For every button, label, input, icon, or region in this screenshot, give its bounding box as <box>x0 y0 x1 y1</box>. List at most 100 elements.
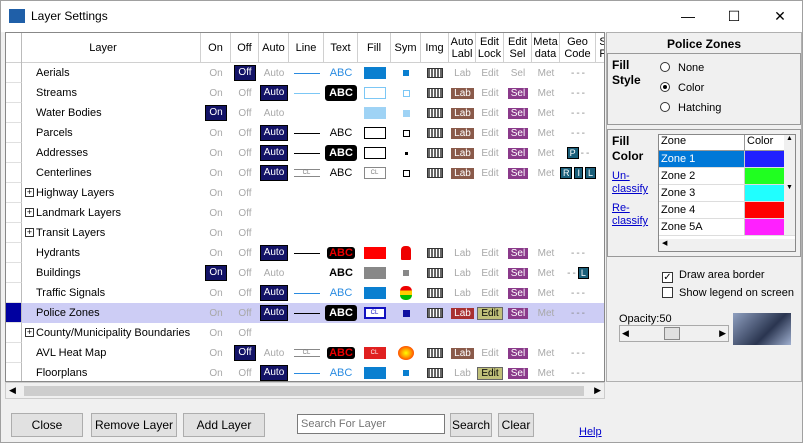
geocode-flag[interactable]: - <box>582 308 585 319</box>
auto-label-toggle[interactable]: Lab <box>454 248 471 259</box>
fill-swatch[interactable] <box>363 287 386 299</box>
geocode-flag[interactable]: I <box>574 166 583 179</box>
edit-lock-toggle[interactable]: Edit <box>481 288 498 299</box>
scroll-left-icon[interactable]: ◀ <box>9 385 16 396</box>
zone-row[interactable]: Zone 4 <box>659 202 795 219</box>
close-button[interactable]: Close <box>11 413 83 437</box>
fill-swatch[interactable]: CL <box>363 167 386 179</box>
line-style-swatch[interactable] <box>293 372 320 374</box>
geocode-flag[interactable]: - <box>582 348 585 359</box>
layer-row[interactable]: Floorplans On Off Auto ABC Lab Edit Sel Met - - - <box>6 363 604 381</box>
fill-swatch[interactable]: CL <box>363 307 386 319</box>
on-toggle[interactable]: On <box>209 168 222 179</box>
scroll-right-icon[interactable]: ▶ <box>594 385 601 396</box>
zone-row[interactable]: Zone 1 <box>659 151 795 168</box>
edit-sel-toggle[interactable]: Sel <box>507 287 529 299</box>
zone-hscroll[interactable]: ◀ <box>659 239 795 251</box>
off-toggle[interactable]: Off <box>238 248 251 259</box>
auto-label-toggle[interactable]: Lab <box>454 68 471 79</box>
metadata-toggle[interactable]: Met <box>538 168 555 179</box>
edit-lock-toggle[interactable]: Edit <box>477 366 503 380</box>
scroll-thumb[interactable] <box>24 386 584 396</box>
edit-sel-toggle[interactable]: Sel <box>507 267 529 279</box>
on-toggle[interactable]: On <box>205 265 227 281</box>
line-style-swatch[interactable]: CL <box>293 349 320 357</box>
image-icon[interactable] <box>427 368 443 378</box>
geocode-flag[interactable]: - <box>576 68 579 79</box>
opacity-thumb[interactable] <box>664 327 680 340</box>
image-icon[interactable] <box>427 68 443 78</box>
row-header[interactable] <box>6 163 22 183</box>
fill-swatch[interactable] <box>363 367 386 379</box>
image-icon[interactable] <box>427 248 443 258</box>
on-toggle[interactable]: On <box>209 228 222 239</box>
line-style-swatch[interactable] <box>293 72 320 74</box>
geocode-flag[interactable]: - <box>571 108 574 119</box>
off-toggle[interactable]: Off <box>238 368 251 379</box>
geocode-flag[interactable]: - <box>571 348 574 359</box>
auto-toggle[interactable]: Auto <box>259 165 289 181</box>
geocode-flag[interactable]: - <box>576 88 579 99</box>
layer-row[interactable]: Hydrants On Off Auto ABC Lab Edit Sel Met - - - <box>6 243 604 263</box>
draw-border-checkbox[interactable]: ✓ <box>662 272 673 283</box>
layer-row[interactable]: + Landmark Layers On Off <box>6 203 604 223</box>
edit-lock-toggle[interactable]: Edit <box>477 306 503 320</box>
geocode-flag[interactable]: - <box>567 268 570 279</box>
layer-row[interactable]: AVL Heat Map On Off Auto CL ABC CL Lab Edit Sel Me… <box>6 343 604 363</box>
zone-color-swatch[interactable] <box>745 202 785 218</box>
edit-sel-toggle[interactable]: Sel <box>507 347 529 359</box>
geocode-flag[interactable]: - <box>581 148 584 159</box>
edit-lock-toggle[interactable]: Edit <box>481 148 498 159</box>
symbol-icon[interactable] <box>398 346 414 360</box>
off-toggle[interactable]: Off <box>238 208 251 219</box>
expand-icon[interactable]: + <box>25 188 34 197</box>
edit-lock-toggle[interactable]: Edit <box>481 248 498 259</box>
off-toggle[interactable]: Off <box>238 328 251 339</box>
row-header[interactable] <box>6 143 22 163</box>
maximize-button[interactable]: ☐ <box>711 1 757 32</box>
edit-sel-toggle[interactable]: Sel <box>511 68 525 79</box>
text-style-swatch[interactable]: ABC <box>327 247 355 259</box>
layer-row[interactable]: + County/Municipality Boundaries On Off <box>6 323 604 343</box>
row-header[interactable] <box>6 243 22 263</box>
layer-row[interactable]: Water Bodies On Off Auto Lab Edit Sel Met - - - <box>6 103 604 123</box>
zone-row[interactable]: Zone 5A <box>659 219 795 236</box>
geocode-flag[interactable]: R <box>559 166 573 179</box>
fill-swatch[interactable] <box>363 87 386 99</box>
edit-lock-toggle[interactable]: Edit <box>481 168 498 179</box>
remove-layer-button[interactable]: Remove Layer <box>91 413 177 437</box>
horizontal-scrollbar[interactable]: ◀ ▶ <box>5 382 605 399</box>
metadata-toggle[interactable]: Met <box>538 248 555 259</box>
symbol-icon[interactable] <box>402 109 410 117</box>
text-style-swatch[interactable]: ABC <box>327 267 355 279</box>
text-style-swatch[interactable]: ABC <box>328 287 355 299</box>
reclassify-link[interactable]: Re-classify <box>612 202 652 228</box>
zone-color-swatch[interactable] <box>745 151 785 167</box>
on-toggle[interactable]: On <box>209 288 222 299</box>
off-toggle[interactable]: Off <box>238 108 251 119</box>
on-toggle[interactable]: On <box>205 105 227 121</box>
row-header[interactable] <box>6 303 22 323</box>
on-toggle[interactable]: On <box>209 208 222 219</box>
fill-option-color[interactable]: Color <box>660 82 704 94</box>
show-legend-option[interactable]: Show legend on screen <box>662 287 794 299</box>
on-toggle[interactable]: On <box>209 148 222 159</box>
layer-row[interactable]: Parcels On Off Auto ABC Lab Edit Sel Met - - - <box>6 123 604 143</box>
layer-row[interactable]: Police Zones On Off Auto ABC CL Lab Edit Sel Met -… <box>6 303 604 323</box>
geocode-flag[interactable]: - <box>572 268 575 279</box>
edit-lock-toggle[interactable]: Edit <box>481 108 498 119</box>
edit-sel-toggle[interactable]: Sel <box>507 87 529 99</box>
auto-toggle[interactable]: Auto <box>259 305 289 321</box>
auto-label-toggle[interactable]: Lab <box>451 307 474 319</box>
edit-sel-toggle[interactable]: Sel <box>507 107 529 119</box>
opacity-slider[interactable]: ◀ ▶ <box>619 325 729 342</box>
radio-icon[interactable] <box>660 62 670 72</box>
auto-label-toggle[interactable]: Lab <box>451 147 474 159</box>
symbol-icon[interactable] <box>404 151 408 155</box>
metadata-toggle[interactable]: Met <box>538 368 555 379</box>
on-toggle[interactable]: On <box>209 188 222 199</box>
geocode-flag[interactable]: - <box>576 108 579 119</box>
text-style-swatch[interactable]: ABC <box>328 367 355 379</box>
geocode-flag[interactable]: - <box>571 88 574 99</box>
geocode-flag[interactable]: - <box>582 88 585 99</box>
